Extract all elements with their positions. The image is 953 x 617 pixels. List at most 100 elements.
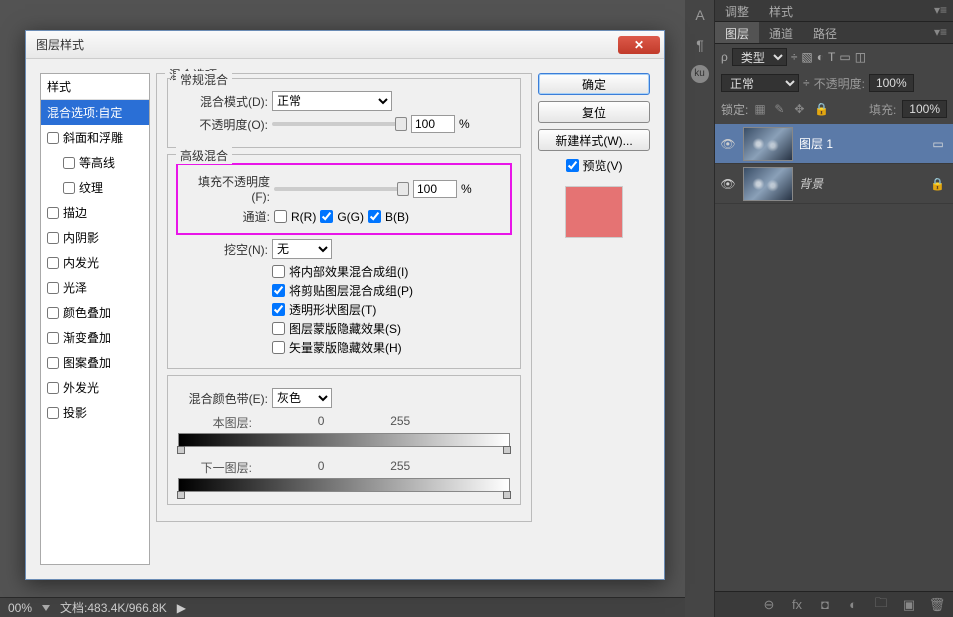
opacity-value[interactable]: 100% (869, 74, 914, 92)
fill-value[interactable]: 100% (902, 100, 947, 118)
layer-name-label[interactable]: 图层 1 (799, 135, 929, 152)
style-checkbox[interactable] (47, 232, 59, 244)
style-row-5[interactable]: 内阴影 (41, 225, 149, 250)
style-row-7[interactable]: 光泽 (41, 275, 149, 300)
style-checkbox[interactable] (47, 407, 59, 419)
layer-name-label[interactable]: 背景 (799, 175, 930, 192)
advanced-blend-legend: 高级混合 (176, 147, 232, 164)
style-row-6[interactable]: 内发光 (41, 250, 149, 275)
visibility-icon[interactable]: 👁 (719, 137, 737, 151)
style-checkbox[interactable] (47, 382, 59, 394)
layers-menu-icon[interactable]: ▾≡ (928, 22, 953, 43)
tab-adjustments[interactable]: 调整 (715, 0, 759, 21)
panel-menu-icon[interactable]: ▾≡ (928, 0, 953, 21)
layers-list: 👁 图层 1 ▭ 👁 背景 🔒 (715, 122, 953, 206)
filter-shape-icon[interactable]: ▭ (839, 50, 850, 64)
new-style-button[interactable]: 新建样式(W)... (538, 129, 650, 151)
style-checkbox[interactable] (47, 282, 59, 294)
lock-pixels-icon[interactable]: ✎ (774, 102, 788, 116)
adjustments-tabs: 调整 样式 ▾≡ (715, 0, 953, 22)
layer-thumbnail[interactable] (743, 127, 793, 161)
style-row-3[interactable]: 纹理 (41, 175, 149, 200)
dialog-titlebar[interactable]: 图层样式 ✕ (26, 31, 664, 59)
style-label: 纹理 (79, 179, 103, 196)
style-checkbox[interactable] (63, 182, 75, 194)
blend-mode-dropdown[interactable]: 正常 (272, 91, 392, 111)
cancel-button[interactable]: 复位 (538, 101, 650, 123)
link-layers-icon[interactable]: ⊖ (761, 597, 777, 613)
style-checkbox[interactable] (47, 257, 59, 269)
adv-checkbox-3[interactable] (272, 322, 285, 335)
filter-adjust-icon[interactable]: ◐ (817, 50, 824, 64)
lock-position-icon[interactable]: ✥ (794, 102, 808, 116)
layer-thumbnail[interactable] (743, 167, 793, 201)
channel-b-checkbox[interactable] (368, 210, 381, 223)
style-row-11[interactable]: 外发光 (41, 375, 149, 400)
visibility-icon[interactable]: 👁 (719, 177, 737, 191)
group-icon[interactable]: 🗀 (873, 597, 889, 613)
style-row-12[interactable]: 投影 (41, 400, 149, 425)
adjustment-layer-icon[interactable]: ◐ (845, 597, 861, 613)
lock-all-icon[interactable]: 🔒 (814, 102, 828, 116)
style-row-9[interactable]: 渐变叠加 (41, 325, 149, 350)
lock-transparency-icon[interactable]: ▦ (754, 102, 768, 116)
preview-checkbox[interactable] (566, 159, 579, 172)
fill-opacity-slider[interactable] (274, 187, 409, 191)
new-layer-icon[interactable]: ▣ (901, 597, 917, 613)
delete-layer-icon[interactable]: 🗑 (929, 597, 945, 613)
tab-paths[interactable]: 路径 (803, 22, 847, 43)
style-row-0[interactable]: 混合选项:自定 (41, 100, 149, 125)
tab-layers[interactable]: 图层 (715, 22, 759, 43)
layer-row-1[interactable]: 👁 图层 1 ▭ (715, 124, 953, 164)
style-checkbox[interactable] (63, 157, 75, 169)
style-label: 图案叠加 (63, 354, 111, 371)
type-tool-icon[interactable]: A (685, 0, 715, 30)
zoom-menu-icon[interactable] (42, 605, 50, 611)
lock-label: 锁定: (721, 101, 748, 118)
opacity-slider[interactable] (272, 122, 407, 126)
style-checkbox[interactable] (47, 132, 59, 144)
opacity-input[interactable] (411, 115, 455, 133)
style-row-4[interactable]: 描边 (41, 200, 149, 225)
style-row-2[interactable]: 等高线 (41, 150, 149, 175)
blend-mode-select[interactable]: 正常 (721, 74, 799, 92)
filter-pixel-icon[interactable]: ▧ (801, 50, 812, 64)
this-layer-gradient[interactable] (178, 433, 510, 447)
channel-g-checkbox[interactable] (320, 210, 333, 223)
style-checkbox[interactable] (47, 357, 59, 369)
filter-smart-icon[interactable]: ◫ (855, 50, 866, 64)
tab-channels[interactable]: 通道 (759, 22, 803, 43)
style-checkbox[interactable] (47, 207, 59, 219)
style-label: 内阴影 (63, 229, 99, 246)
blend-if-dropdown[interactable]: 灰色 (272, 388, 332, 408)
filter-type-icon[interactable]: T (828, 50, 835, 64)
knockout-dropdown[interactable]: 无 (272, 239, 332, 259)
lock-icon: 🔒 (930, 177, 945, 191)
style-checkbox[interactable] (47, 307, 59, 319)
ok-button[interactable]: 确定 (538, 73, 650, 95)
fill-opacity-input[interactable] (413, 180, 457, 198)
adv-checkbox-4[interactable] (272, 341, 285, 354)
style-row-10[interactable]: 图案叠加 (41, 350, 149, 375)
style-row-8[interactable]: 颜色叠加 (41, 300, 149, 325)
layer-link-icon[interactable]: ▭ (929, 137, 947, 151)
zoom-level[interactable]: 00% (8, 601, 32, 615)
adv-checkbox-1[interactable] (272, 284, 285, 297)
style-checkbox[interactable] (47, 332, 59, 344)
adv-checkbox-2[interactable] (272, 303, 285, 316)
adv-checkbox-label: 图层蒙版隐藏效果(S) (289, 320, 401, 337)
fx-icon[interactable]: fx (789, 597, 805, 613)
layer-row-background[interactable]: 👁 背景 🔒 (715, 164, 953, 204)
doc-menu-arrow[interactable]: ▶ (177, 601, 186, 615)
style-row-1[interactable]: 斜面和浮雕 (41, 125, 149, 150)
channel-r-checkbox[interactable] (274, 210, 287, 223)
kuler-icon[interactable]: ku (691, 65, 709, 83)
paragraph-icon[interactable]: ¶ (685, 30, 715, 60)
layer-filter-row: ρ 类型 ÷ ▧ ◐ T ▭ ◫ (715, 44, 953, 70)
adv-checkbox-0[interactable] (272, 265, 285, 278)
layer-filter-kind[interactable]: 类型 (732, 48, 787, 66)
close-icon[interactable]: ✕ (618, 36, 660, 54)
under-layer-gradient[interactable] (178, 478, 510, 492)
tab-styles[interactable]: 样式 (759, 0, 803, 21)
mask-icon[interactable]: ◘ (817, 597, 833, 613)
